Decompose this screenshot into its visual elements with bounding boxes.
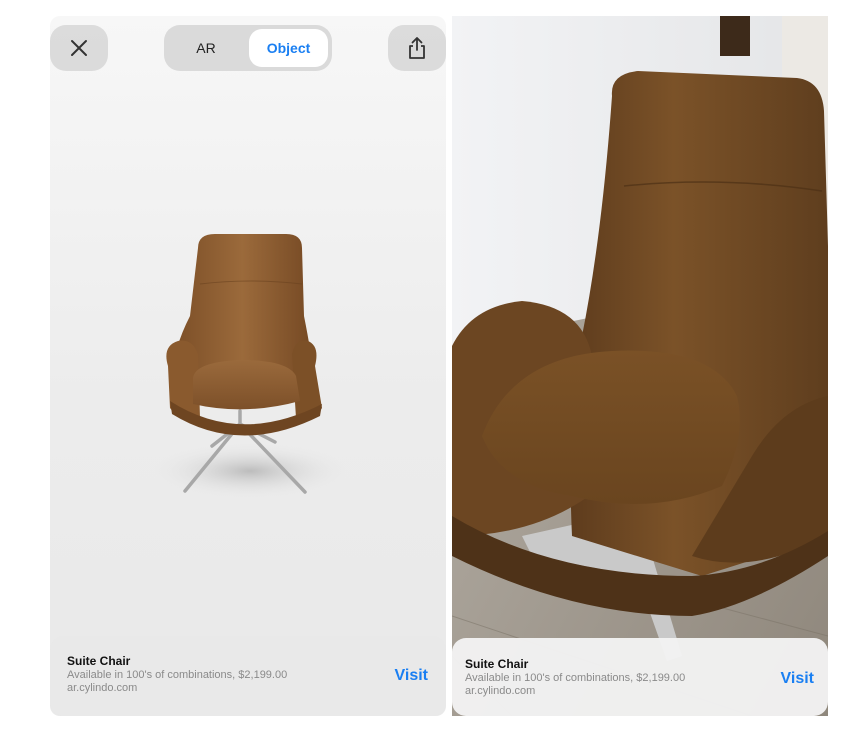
product-title: Suite Chair	[465, 657, 529, 671]
ar-camera-view-panel: Suite Chair Available in 100's of combin…	[452, 16, 828, 716]
chair-3d-model[interactable]	[50, 16, 446, 716]
visit-button[interactable]: Visit	[395, 667, 429, 685]
product-info-card[interactable]: Suite Chair Available in 100's of combin…	[50, 636, 446, 716]
product-info-card[interactable]: Suite Chair Available in 100's of combin…	[452, 638, 828, 716]
product-title: Suite Chair	[67, 654, 131, 668]
object-view-panel: AR Object Suite Chair Available in 100's…	[50, 16, 446, 716]
product-description: Available in 100's of combinations, $2,1…	[67, 669, 288, 681]
product-description: Available in 100's of combinations, $2,1…	[465, 672, 686, 684]
product-domain: ar.cylindo.com	[67, 682, 138, 694]
visit-button[interactable]: Visit	[781, 670, 815, 688]
ar-scene[interactable]	[452, 16, 828, 716]
product-domain: ar.cylindo.com	[465, 685, 536, 697]
